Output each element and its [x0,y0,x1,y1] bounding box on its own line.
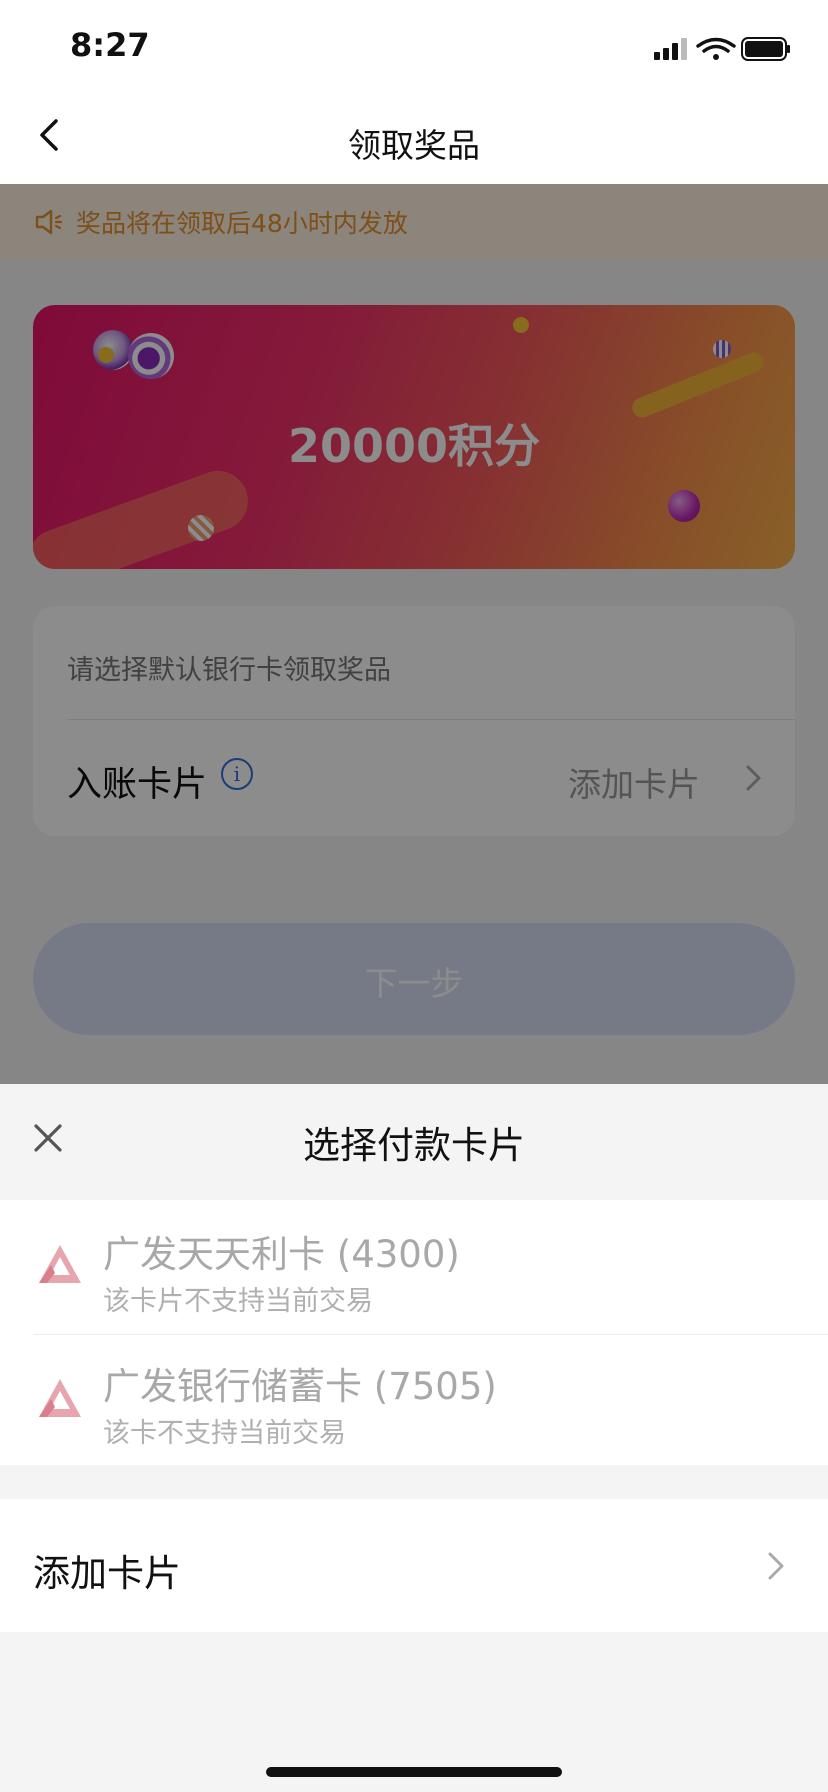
card-name: 广发天天利卡 (4300) [103,1233,460,1276]
wifi-icon [696,37,736,60]
add-card-label: 添加卡片 [33,1552,181,1595]
card-name: 广发银行储蓄卡 (7505) [103,1365,497,1408]
home-indicator[interactable] [266,1767,562,1777]
signal-icon [654,38,687,60]
bank-logo-icon [39,1379,81,1417]
card-row[interactable]: 广发天天利卡 (4300) 该卡片不支持当前交易 [0,1200,828,1333]
card-row[interactable]: 广发银行储蓄卡 (7505) 该卡不支持当前交易 [0,1334,828,1465]
battery-icon [741,37,790,61]
card-status: 该卡片不支持当前交易 [103,1286,373,1317]
bank-logo-icon [39,1245,81,1283]
status-time: 8:27 [70,26,150,64]
chevron-right-icon [768,1552,784,1580]
page-title: 领取奖品 [348,126,480,165]
status-icons [654,37,790,61]
sheet-title: 选择付款卡片 [303,1124,525,1167]
modal-backdrop[interactable] [0,184,828,1084]
card-status: 该卡不支持当前交易 [103,1418,346,1449]
